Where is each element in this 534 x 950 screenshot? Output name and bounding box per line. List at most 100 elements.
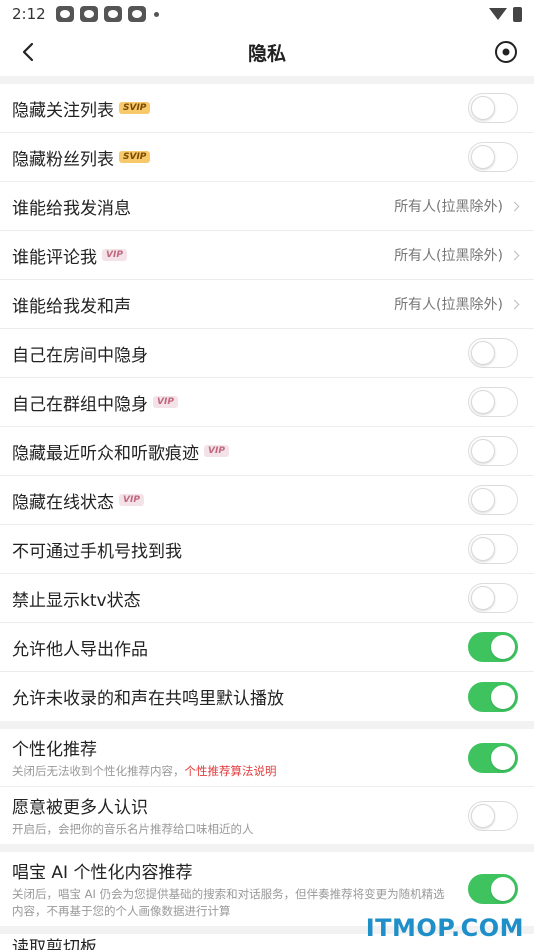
toggle-knob [471,537,495,561]
setting-label: 读取剪切板 [12,938,97,950]
toggle-knob [471,96,495,120]
toggle-knob [491,877,515,901]
navigation-bar: 隐私 [0,28,534,76]
toggle-knob [471,390,495,414]
setting-row: 允许未收录的和声在共鸣里默认播放 [0,672,534,721]
toggle-knob [471,803,495,828]
record-button[interactable] [492,38,520,66]
setting-description: 开启后，会把你的音乐名片推荐给口味相近的人 [12,821,254,838]
toggle-knob [491,745,515,770]
setting-toggle[interactable] [468,742,518,773]
status-time: 2:12 [12,5,46,23]
svip-badge: SVIP [119,102,151,114]
app-notification-icon [55,6,74,22]
app-notification-icon [103,6,122,22]
chevron-right-icon [509,250,520,260]
setting-row: 个性化推荐关闭后无法收到个性化推荐内容，个性推荐算法说明 [0,729,534,787]
vip-badge: VIP [102,249,127,261]
setting-value-text: 所有人(拉黑除外) [394,199,503,215]
setting-row: 允许他人导出作品 [0,623,534,672]
more-notifications-dot-icon [153,11,159,17]
setting-label: 个性化推荐 [12,740,97,760]
setting-row: 隐藏最近听众和听歌痕迹 VIP [0,427,534,476]
setting-toggle[interactable] [468,142,518,172]
toggle-knob [471,341,495,365]
setting-row: 禁止显示ktv状态 [0,574,534,623]
setting-row: 隐藏粉丝列表 SVIP [0,133,534,182]
setting-toggle[interactable] [468,387,518,417]
setting-label: 不可通过手机号找到我 [12,541,182,562]
setting-label: 愿意被更多人认识 [12,798,148,818]
recommendation-settings-group: 个性化推荐 关闭后无法收到个性化推荐内容，个性推荐算法说明 愿意被更多人认识 开启后，… [0,729,534,844]
setting-toggle[interactable] [468,93,518,123]
setting-value: 所有人(拉黑除外) [394,196,520,216]
setting-description-text: 关闭后无法收到个性化推荐内容， [12,764,185,778]
status-bar: 2:12 [0,0,534,28]
setting-label: 允许未收录的和声在共鸣里默认播放 [12,689,284,709]
setting-row[interactable]: 谁能评论我 VIP 所有人(拉黑除外) [0,231,534,280]
vip-badge: VIP [204,445,229,457]
setting-value: 所有人(拉黑除外) [394,294,520,314]
chevron-right-icon [509,299,520,309]
app-notification-icon [127,6,146,22]
setting-toggle[interactable] [468,632,518,662]
setting-label: 谁能评论我 [12,247,97,268]
back-button[interactable] [14,38,42,66]
chevron-left-icon [22,42,34,62]
setting-label: 谁能给我发消息 [12,198,131,219]
privacy-settings-group: 隐藏关注列表 SVIP 隐藏粉丝列表 SVIP 谁能给我发消息 所有人(拉黑除外) 谁能评论… [0,84,534,721]
setting-toggle[interactable] [468,485,518,515]
toggle-knob [491,635,515,659]
chevron-right-icon [509,201,520,211]
setting-texts: 个性化推荐关闭后无法收到个性化推荐内容，个性推荐算法说明 [12,735,277,780]
page-title: 隐私 [247,42,286,65]
setting-value-text: 所有人(拉黑除外) [394,297,503,313]
setting-label: 隐藏在线状态 [12,492,114,513]
setting-value-text: 所有人(拉黑除外) [394,248,503,264]
setting-label: 自己在房间中隐身 [12,345,148,366]
svip-badge: SVIP [119,151,151,163]
setting-toggle[interactable] [468,338,518,368]
setting-row: 自己在房间中隐身 [0,329,534,378]
vip-badge: VIP [153,396,178,408]
toggle-knob [471,145,495,169]
toggle-knob [471,586,495,610]
setting-row: 隐藏在线状态 VIP [0,476,534,525]
setting-label: 隐藏关注列表 [12,100,114,121]
toggle-knob [471,439,495,463]
wifi-icon [489,8,507,20]
algorithm-explanation-link[interactable]: 个性推荐算法说明 [185,764,277,778]
setting-value: 所有人(拉黑除外) [394,245,520,265]
battery-icon [513,6,522,22]
setting-label: 允许他人导出作品 [12,639,148,660]
section-gap [0,721,534,729]
target-icon [495,41,517,63]
setting-row[interactable]: 谁能给我发和声 所有人(拉黑除外) [0,280,534,329]
setting-row: 隐藏关注列表 SVIP [0,84,534,133]
setting-toggle[interactable] [468,534,518,564]
setting-label: 自己在群组中隐身 [12,394,148,415]
setting-toggle[interactable] [468,800,518,831]
app-notification-icon [79,6,98,22]
watermark: ITMOP.COM [365,914,524,942]
setting-label: 隐藏粉丝列表 [12,149,114,170]
setting-toggle[interactable] [468,874,518,904]
setting-description: 关闭后无法收到个性化推荐内容，个性推荐算法说明 [12,763,277,780]
toggle-knob [471,488,495,512]
toggle-knob [491,684,515,709]
setting-row: 不可通过手机号找到我 [0,525,534,574]
setting-row: 愿意被更多人认识开启后，会把你的音乐名片推荐给口味相近的人 [0,787,534,844]
setting-row: 自己在群组中隐身 VIP [0,378,534,427]
setting-label: 唱宝 AI 个性化内容推荐 [12,863,193,883]
setting-toggle[interactable] [468,583,518,613]
vip-badge: VIP [119,494,144,506]
setting-texts: 唱宝 AI 个性化内容推荐 关闭后，唱宝 AI 仍会为您提供基础的搜索和对话服务，… [12,858,452,920]
setting-row[interactable]: 谁能给我发消息 所有人(拉黑除外) [0,182,534,231]
setting-label: 禁止显示ktv状态 [12,590,141,611]
setting-texts: 愿意被更多人认识开启后，会把你的音乐名片推荐给口味相近的人 [12,793,254,838]
section-gap [0,76,534,84]
setting-label: 隐藏最近听众和听歌痕迹 [12,443,199,464]
setting-toggle[interactable] [468,436,518,466]
setting-toggle[interactable] [468,681,518,712]
setting-description-text: 开启后，会把你的音乐名片推荐给口味相近的人 [12,822,254,836]
